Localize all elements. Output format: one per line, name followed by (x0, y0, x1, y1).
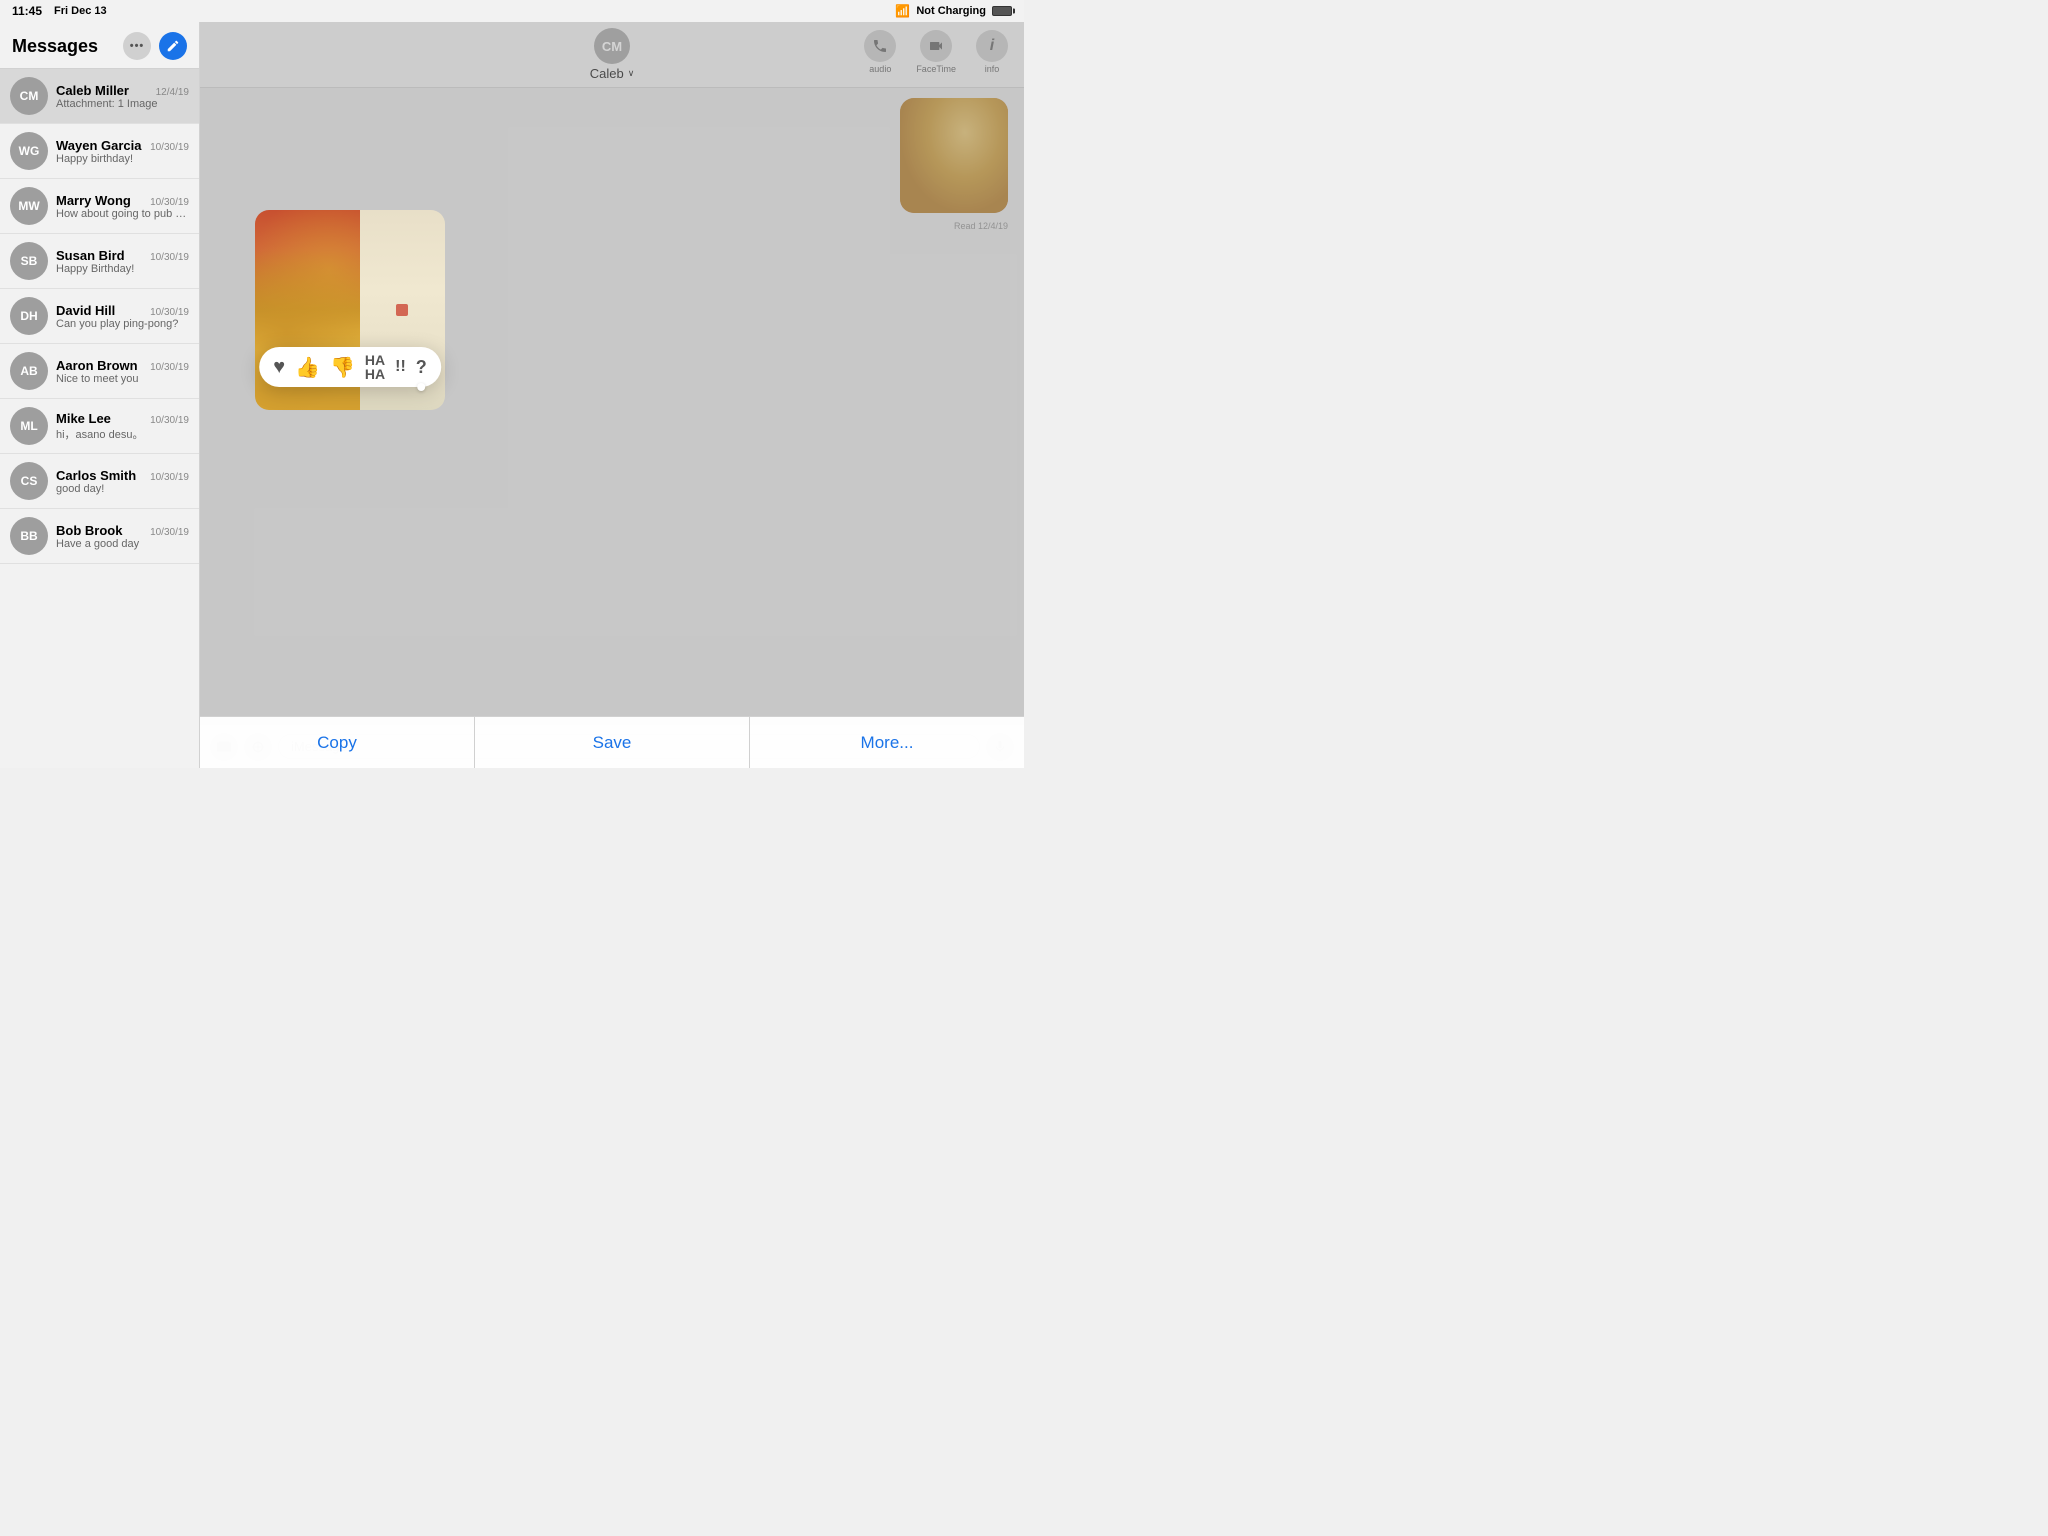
contact-name: Bob Brook (56, 523, 122, 538)
contact-name: Susan Bird (56, 248, 125, 263)
contact-preview: Have a good day (56, 538, 189, 550)
contact-preview: Attachment: 1 Image (56, 98, 189, 110)
app-container: Messages ••• CM Caleb Miller 12/4/19 At (0, 22, 1024, 768)
sidebar-actions: ••• (123, 32, 187, 60)
contact-item-cs[interactable]: CS Carlos Smith 10/30/19 good day! (0, 454, 199, 509)
bubble-tail (417, 383, 425, 391)
contact-item-dh[interactable]: DH David Hill 10/30/19 Can you play ping… (0, 289, 199, 344)
avatar: BB (10, 517, 48, 555)
reaction-bar: ♥ 👍 👎 HAHA !! ? (259, 347, 441, 387)
contact-name: Marry Wong (56, 193, 131, 208)
contact-name-row: Mike Lee 10/30/19 (56, 411, 189, 426)
avatar: SB (10, 242, 48, 280)
contact-name-row: Bob Brook 10/30/19 (56, 523, 189, 538)
contact-info: Susan Bird 10/30/19 Happy Birthday! (56, 248, 189, 275)
contact-date: 12/4/19 (156, 87, 189, 98)
thumbsup-reaction[interactable]: 👍 (295, 355, 320, 380)
contact-item-wg[interactable]: WG Wayen Garcia 10/30/19 Happy birthday! (0, 124, 199, 179)
avatar: AB (10, 352, 48, 390)
contact-info: Marry Wong 10/30/19 How about going to p… (56, 193, 189, 220)
sidebar-header: Messages ••• (0, 22, 199, 69)
contact-name: Mike Lee (56, 411, 111, 426)
contact-date: 10/30/19 (150, 472, 189, 483)
contact-info: Mike Lee 10/30/19 hi，asano desu。 (56, 411, 189, 442)
haha-reaction[interactable]: HAHA (365, 353, 385, 381)
contact-preview: Nice to meet you (56, 373, 189, 385)
more-options-button[interactable]: ••• (123, 32, 151, 60)
contact-item-ab[interactable]: AB Aaron Brown 10/30/19 Nice to meet you (0, 344, 199, 399)
contact-name: David Hill (56, 303, 115, 318)
contact-list: CM Caleb Miller 12/4/19 Attachment: 1 Im… (0, 69, 199, 768)
contact-date: 10/30/19 (150, 362, 189, 373)
contact-item-mw[interactable]: MW Marry Wong 10/30/19 How about going t… (0, 179, 199, 234)
contact-preview: How about going to pub today? (56, 208, 189, 220)
avatar: DH (10, 297, 48, 335)
contact-info: David Hill 10/30/19 Can you play ping-po… (56, 303, 189, 330)
contact-name-row: Susan Bird 10/30/19 (56, 248, 189, 263)
contact-name-row: Marry Wong 10/30/19 (56, 193, 189, 208)
contact-info: Carlos Smith 10/30/19 good day! (56, 468, 189, 495)
contact-name-row: Aaron Brown 10/30/19 (56, 358, 189, 373)
contact-date: 10/30/19 (150, 307, 189, 318)
contact-info: Caleb Miller 12/4/19 Attachment: 1 Image (56, 83, 189, 110)
contact-info: Wayen Garcia 10/30/19 Happy birthday! (56, 138, 189, 165)
contact-item-bb[interactable]: BB Bob Brook 10/30/19 Have a good day (0, 509, 199, 564)
contact-preview: good day! (56, 483, 189, 495)
contact-name: Wayen Garcia (56, 138, 142, 153)
contact-date: 10/30/19 (150, 415, 189, 426)
chat-area: CM Caleb ∨ audio (200, 22, 1024, 768)
heart-reaction[interactable]: ♥ (273, 356, 285, 379)
contact-preview: hi，asano desu。 (56, 426, 189, 442)
contact-preview: Happy birthday! (56, 153, 189, 165)
avatar: CM (10, 77, 48, 115)
thumbsdown-reaction[interactable]: 👎 (330, 355, 355, 380)
compose-button[interactable] (159, 32, 187, 60)
save-button[interactable]: Save (475, 717, 750, 768)
battery-icon (992, 6, 1012, 16)
question-reaction[interactable]: ? (416, 357, 427, 378)
avatar: WG (10, 132, 48, 170)
status-date: Fri Dec 13 (54, 5, 107, 17)
sidebar: Messages ••• CM Caleb Miller 12/4/19 At (0, 22, 200, 768)
avatar: CS (10, 462, 48, 500)
battery-status-text: Not Charging (916, 5, 986, 17)
compose-icon (166, 39, 180, 53)
contact-date: 10/30/19 (150, 197, 189, 208)
status-time: 11:45 (12, 4, 42, 18)
contact-name: Carlos Smith (56, 468, 136, 483)
contact-info: Aaron Brown 10/30/19 Nice to meet you (56, 358, 189, 385)
dots-icon: ••• (130, 40, 145, 52)
contact-name-row: Carlos Smith 10/30/19 (56, 468, 189, 483)
seal-mark (396, 304, 408, 316)
status-bar: 11:45 Fri Dec 13 📶 Not Charging (0, 0, 1024, 22)
avatar: ML (10, 407, 48, 445)
action-sheet: Copy Save More... (200, 716, 1024, 768)
wifi-icon: 📶 (895, 4, 910, 18)
contact-name: Aaron Brown (56, 358, 138, 373)
contact-date: 10/30/19 (150, 527, 189, 538)
contact-preview: Can you play ping-pong? (56, 318, 189, 330)
contact-item-ml[interactable]: ML Mike Lee 10/30/19 hi，asano desu。 (0, 399, 199, 454)
contact-name: Caleb Miller (56, 83, 129, 98)
contact-info: Bob Brook 10/30/19 Have a good day (56, 523, 189, 550)
contact-name-row: David Hill 10/30/19 (56, 303, 189, 318)
contact-date: 10/30/19 (150, 142, 189, 153)
more-button[interactable]: More... (750, 717, 1024, 768)
contact-item-cm[interactable]: CM Caleb Miller 12/4/19 Attachment: 1 Im… (0, 69, 199, 124)
sidebar-title: Messages (12, 36, 98, 57)
avatar: MW (10, 187, 48, 225)
status-right: 📶 Not Charging (895, 4, 1012, 18)
contact-preview: Happy Birthday! (56, 263, 189, 275)
contact-date: 10/30/19 (150, 252, 189, 263)
exclaim-reaction[interactable]: !! (395, 358, 406, 376)
contact-name-row: Wayen Garcia 10/30/19 (56, 138, 189, 153)
contact-item-sb[interactable]: SB Susan Bird 10/30/19 Happy Birthday! (0, 234, 199, 289)
reaction-area: ♥ 👍 👎 HAHA !! ? (255, 202, 445, 410)
contact-name-row: Caleb Miller 12/4/19 (56, 83, 189, 98)
copy-button[interactable]: Copy (200, 717, 475, 768)
